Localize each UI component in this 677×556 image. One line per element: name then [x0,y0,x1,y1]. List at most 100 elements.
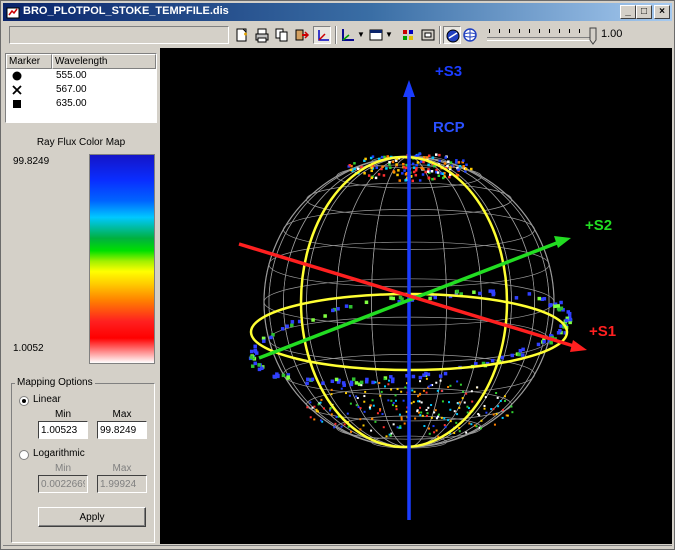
ray-point [317,410,320,413]
ray-point [349,402,352,405]
copy-button[interactable] [273,26,291,44]
ray-point [382,174,386,177]
log-max-input[interactable] [97,475,147,493]
apply-button[interactable]: Apply [38,507,146,527]
linear-radio[interactable] [19,396,29,406]
ray-point [447,419,450,422]
ray-point [392,423,395,426]
ray-point [453,410,456,413]
new-window-icon [236,28,247,42]
axes-button[interactable] [339,26,357,44]
ray-point [341,381,346,385]
ray-point [478,414,481,417]
window-title: BRO_PLOTPOL_STOKE_TEMPFILE.dis [23,5,229,17]
ray-point [378,381,381,384]
restore-button[interactable]: □ [636,5,652,19]
ray-point [330,388,333,391]
ray-point [433,411,436,414]
ray-point [449,384,452,387]
ray-point [367,174,371,177]
ray-point [430,416,433,419]
ray-point [334,422,337,425]
axes-dropdown[interactable]: ▼ [357,26,365,44]
layer-button[interactable] [419,26,437,44]
linear-max-input[interactable] [97,421,147,439]
ray-point [317,403,320,406]
poincare-sphere-plot[interactable]: +S3 RCP +S2 +S1 [160,48,672,544]
ray-point [354,381,359,385]
ray-point [412,400,415,403]
new-window-button[interactable] [233,26,251,44]
ray-point [364,390,367,393]
ray-point [249,355,254,359]
paste-button[interactable] [293,26,311,44]
square-marker-icon [13,100,21,108]
ray-point [496,396,499,399]
print-button[interactable] [253,26,271,44]
ray-point [370,166,373,170]
ray-point [262,339,266,343]
minimize-button[interactable]: _ [620,5,636,19]
sphere-button[interactable] [443,26,461,44]
ray-point [371,380,375,385]
ray-point [437,413,440,416]
ray-point [388,163,391,166]
window-button[interactable] [367,26,385,44]
label-rcp: RCP [433,119,465,136]
ray-point [414,417,417,420]
colormap-max: 99.8249 [13,156,50,167]
zoom-slider-thumb[interactable] [589,27,597,45]
palette-button[interactable] [399,26,417,44]
ray-point [568,317,573,322]
ray-point [389,434,392,437]
ray-point [403,422,406,425]
ray-point [444,426,447,429]
ray-point [437,415,440,418]
axis-label-s3: +S3 [435,63,462,80]
legend-header-wavelength[interactable]: Wavelength [52,54,156,69]
ray-point [379,394,382,397]
ray-point [492,413,495,416]
copy-icon [275,28,288,42]
ray-point [320,398,323,401]
ray-point [520,353,525,357]
ray-point [348,394,351,397]
ray-point [553,304,557,309]
ray-point [364,300,369,305]
ray-point [411,179,414,183]
globe-button[interactable] [461,26,479,44]
title-bar[interactable]: BRO_PLOTPOL_STOKE_TEMPFILE.dis _ □ × [3,3,672,21]
toolbar-address-field[interactable] [9,26,229,44]
poincare-sphere-viewport[interactable]: +S3 RCP +S2 +S1 [160,48,672,544]
logarithmic-label[interactable]: Logarithmic [33,448,85,459]
window-dropdown[interactable]: ▼ [385,26,393,44]
ray-point [478,291,482,296]
ray-point [425,156,429,159]
ray-point [447,386,450,389]
ray-point [510,405,513,408]
ray-point [474,362,478,366]
close-button[interactable]: × [654,5,670,19]
ray-point [412,166,416,169]
linear-label[interactable]: Linear [33,394,61,405]
zoom-slider[interactable] [487,37,591,41]
ray-point [435,381,438,384]
legend-header-marker[interactable]: Marker [6,54,52,69]
ray-point [313,405,316,408]
ray-point [510,353,515,358]
palette-icon [403,30,413,40]
ray-point [440,389,443,392]
linear-min-input[interactable] [38,421,88,439]
app-window: BRO_PLOTPOL_STOKE_TEMPFILE.dis _ □ × ▼ ▼ [0,0,675,550]
print-icon [255,28,269,43]
ray-point [391,160,395,164]
log-min-input[interactable] [38,475,88,493]
ray-point [396,173,399,177]
ray-point [387,383,390,386]
ray-point [464,167,468,171]
ray-point [253,349,258,354]
rotate-axes-button[interactable] [313,26,331,44]
ray-point [389,296,393,300]
logarithmic-radio[interactable] [19,450,29,460]
ray-point [417,395,420,398]
